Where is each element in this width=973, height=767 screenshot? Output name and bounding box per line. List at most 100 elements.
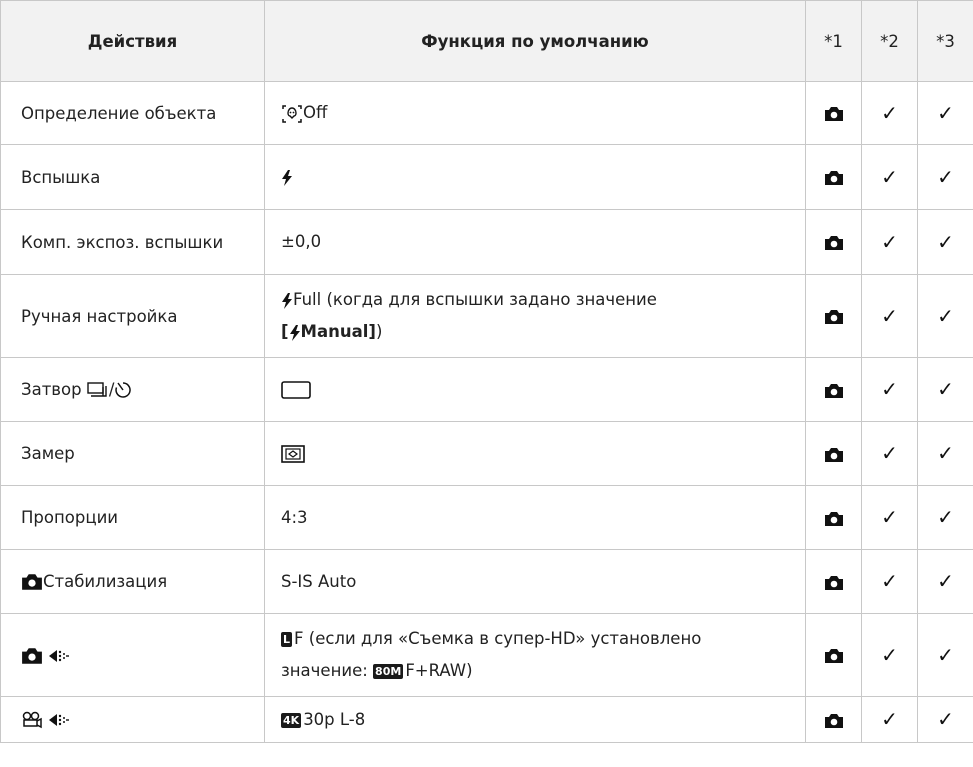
action-cell: Ручная настройка	[0, 274, 265, 358]
flash-icon	[282, 292, 292, 309]
action-cell	[0, 696, 265, 743]
col2-cell: ✓	[861, 696, 918, 743]
camera-icon	[824, 575, 843, 590]
camera-icon	[824, 713, 843, 728]
check-icon: ✓	[937, 100, 954, 125]
default-value-line1: F (если для «Съемка в супер-HD» установл…	[294, 629, 702, 648]
camera-icon	[22, 648, 42, 664]
default-cell: ±0,0	[264, 209, 806, 275]
check-icon: ✓	[937, 441, 954, 465]
col3-cell: ✓	[917, 274, 973, 358]
table-row: Пропорции 4:3 ✓ ✓	[0, 485, 973, 550]
table-row: Определение объекта Off ✓ ✓	[0, 81, 973, 145]
col3-cell: ✓	[917, 696, 973, 743]
table-row: Вспышка ✓ ✓	[0, 144, 973, 210]
col2-cell: ✓	[861, 209, 918, 275]
default-cell: 4K 30p L-8	[264, 696, 806, 743]
action-cell: Комп. экспоз. вспышки	[0, 209, 265, 275]
col3-cell: ✓	[917, 81, 973, 145]
header-default-function: Функция по умолчанию	[264, 0, 806, 82]
default-value-line1: Full (когда для вспышки задано значение	[293, 290, 657, 309]
table-row: Комп. экспоз. вспышки ±0,0 ✓ ✓	[0, 209, 973, 275]
single-frame-icon	[281, 381, 311, 399]
movie-icon	[22, 712, 42, 729]
col2-cell: ✓	[861, 421, 918, 486]
col3-cell: ✓	[917, 549, 973, 614]
image-quality-icon	[49, 649, 70, 662]
default-cell	[264, 421, 806, 486]
self-timer-icon	[115, 382, 132, 398]
col3-cell: ✓	[917, 421, 973, 486]
default-value-line3: F+RAW)	[405, 661, 473, 680]
col3-cell: ✓	[917, 613, 973, 697]
header-col1: *1	[805, 0, 862, 82]
action-label: Затвор	[21, 379, 82, 399]
table-row: Ручная настройка Full (когда для вспышки…	[0, 274, 973, 358]
drive-icon	[87, 382, 107, 397]
header-actions: Действия	[0, 0, 265, 82]
col3-cell: ✓	[917, 144, 973, 210]
default-cell	[264, 144, 806, 210]
default-cell: 4:3	[264, 485, 806, 550]
camera-icon	[824, 383, 843, 398]
check-icon: ✓	[937, 505, 954, 529]
col1-cell	[805, 696, 862, 743]
default-cell: S-IS Auto	[264, 549, 806, 614]
default-cell: Full (когда для вспышки задано значение …	[264, 274, 806, 358]
col2-cell: ✓	[861, 485, 918, 550]
col2-cell: ✓	[861, 549, 918, 614]
table-row: Затвор / ✓ ✓	[0, 357, 973, 422]
default-value-manual: Manual]	[300, 322, 376, 341]
camera-icon	[824, 171, 843, 185]
subject-detect-icon	[282, 104, 302, 123]
check-icon: ✓	[881, 642, 898, 667]
camera-icon	[824, 511, 843, 526]
action-cell: Пропорции	[0, 485, 265, 550]
col2-cell: ✓	[861, 81, 918, 145]
check-icon: ✓	[881, 229, 898, 254]
default-cell: LF (если для «Съемка в супер-HD» установ…	[264, 613, 806, 697]
default-value-line2: значение:	[281, 661, 374, 680]
action-cell: Затвор /	[0, 357, 265, 422]
action-cell	[0, 613, 265, 697]
table-header-row: Действия Функция по умолчанию *1 *2 *3	[0, 0, 973, 82]
quality-badge: L	[281, 632, 293, 647]
action-cell: Вспышка	[0, 144, 265, 210]
image-quality-icon	[49, 714, 70, 727]
camera-icon	[824, 236, 843, 250]
col3-cell: ✓	[917, 209, 973, 275]
check-icon: ✓	[881, 569, 898, 593]
col1-cell	[805, 81, 862, 145]
col3-cell: ✓	[917, 485, 973, 550]
camera-icon	[824, 447, 843, 462]
check-icon: ✓	[881, 441, 898, 465]
table-row: LF (если для «Съемка в супер-HD» установ…	[0, 613, 973, 697]
default-value: Off	[303, 103, 328, 122]
col2-cell: ✓	[861, 357, 918, 422]
col1-cell	[805, 357, 862, 422]
check-icon: ✓	[881, 303, 898, 328]
default-cell	[264, 357, 806, 422]
check-icon: ✓	[881, 377, 898, 401]
action-cell: Замер	[0, 421, 265, 486]
col1-cell	[805, 144, 862, 210]
col1-cell	[805, 274, 862, 358]
col1-cell	[805, 549, 862, 614]
default-cell: Off	[264, 81, 806, 145]
check-icon: ✓	[937, 377, 954, 401]
resolution-badge: 4K	[281, 712, 302, 728]
col2-cell: ✓	[861, 613, 918, 697]
header-col2: *2	[861, 0, 918, 82]
default-value-close: )	[375, 322, 383, 341]
default-value: 30p L-8	[303, 709, 366, 729]
action-cell: Стабилизация	[0, 549, 265, 614]
col1-cell	[805, 485, 862, 550]
col1-cell	[805, 613, 862, 697]
table-row: 4K 30p L-8 ✓ ✓	[0, 696, 973, 743]
check-icon: ✓	[881, 100, 898, 125]
col1-cell	[805, 209, 862, 275]
metering-icon	[281, 445, 305, 463]
col2-cell: ✓	[861, 144, 918, 210]
camera-icon	[824, 107, 843, 121]
default-value-open: [	[281, 322, 289, 341]
